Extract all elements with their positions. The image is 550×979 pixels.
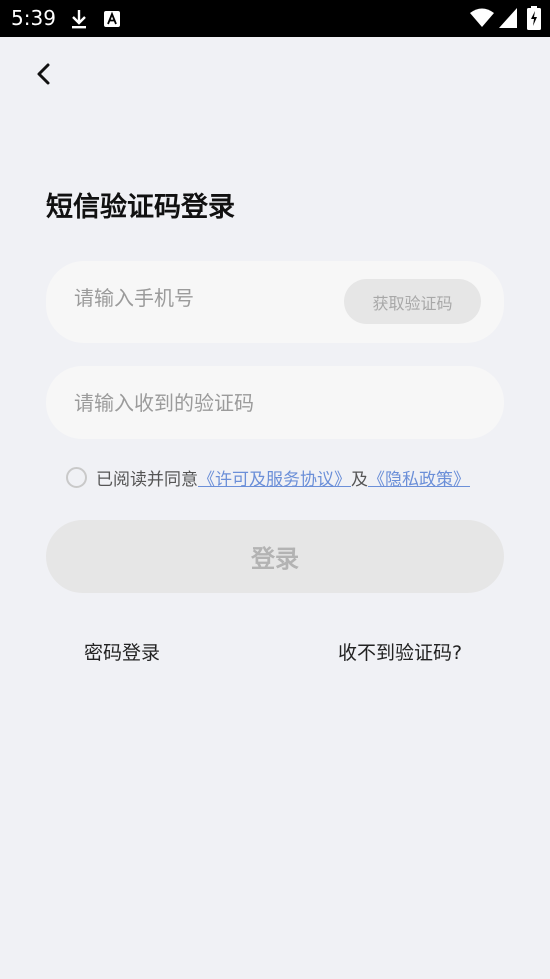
signal-icon — [499, 8, 517, 28]
status-bar: 5:39 — [0, 0, 550, 37]
get-code-button[interactable]: 获取验证码 — [344, 279, 481, 324]
license-agreement-link[interactable]: 《许可及服务协议》 — [198, 465, 351, 490]
verification-code-input[interactable] — [74, 388, 454, 418]
agreement-conjunction: 及 — [351, 469, 368, 490]
battery-icon — [527, 6, 541, 30]
status-time: 5:39 — [11, 6, 56, 30]
privacy-policy-link[interactable]: 《隐私政策》 — [368, 465, 470, 490]
agreement-row: 已阅读并同意 《许可及服务协议》 及 《隐私政策》 — [66, 463, 470, 491]
phone-input[interactable] — [74, 283, 334, 313]
back-button[interactable] — [28, 58, 60, 90]
agreement-prefix: 已阅读并同意 — [96, 469, 198, 490]
password-login-link[interactable]: 密码登录 — [84, 640, 160, 666]
agreement-checkbox[interactable] — [66, 466, 87, 488]
notification-a-icon — [104, 11, 120, 27]
chevron-left-icon — [37, 63, 50, 85]
code-field — [46, 366, 504, 439]
phone-field: 获取验证码 — [46, 261, 504, 343]
download-icon — [72, 10, 86, 29]
no-code-help-link[interactable]: 收不到验证码? — [338, 640, 462, 666]
login-button[interactable]: 登录 — [46, 520, 504, 593]
wifi-icon — [470, 8, 494, 27]
page-title: 短信验证码登录 — [46, 192, 235, 223]
